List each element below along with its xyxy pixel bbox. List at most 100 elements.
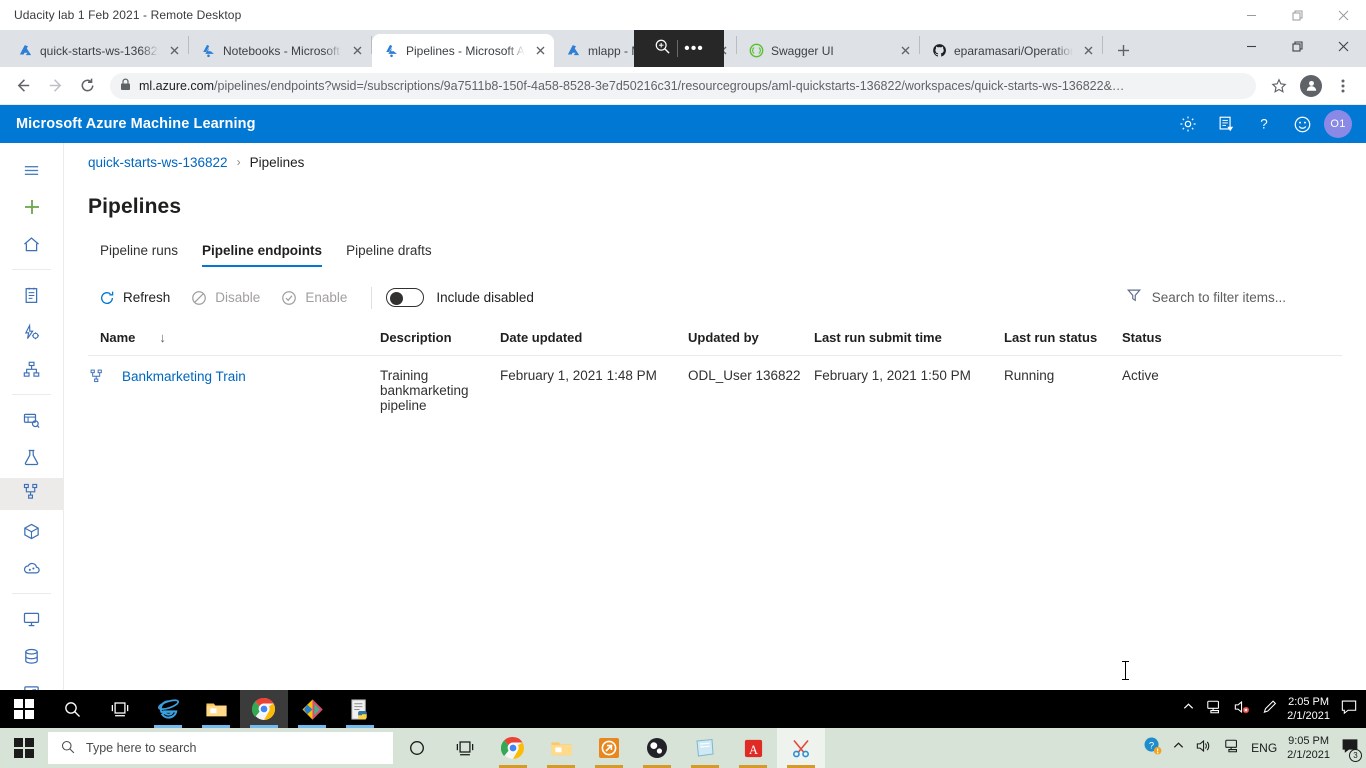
table-row[interactable]: Bankmarketing Train Training bankmarketi… bbox=[88, 356, 1342, 427]
experiments-icon[interactable] bbox=[0, 441, 63, 473]
automated-ml-icon[interactable] bbox=[0, 316, 63, 348]
new-tab-button[interactable] bbox=[1109, 36, 1137, 64]
azure-ml-header-actions: ? O1 bbox=[1172, 108, 1366, 140]
rdp-close-button[interactable] bbox=[1320, 0, 1366, 30]
disable-button[interactable]: Disable bbox=[180, 283, 270, 312]
kebab-menu-icon[interactable] bbox=[1328, 71, 1358, 101]
browser-tab-2[interactable]: Notebooks - Microsoft Azure bbox=[189, 34, 371, 67]
help-icon[interactable]: ? bbox=[1248, 108, 1280, 140]
snipping-tool-icon[interactable] bbox=[777, 728, 825, 768]
action-center-icon[interactable]: 3 bbox=[1340, 736, 1362, 762]
column-header-name[interactable]: Name ↓ bbox=[88, 330, 380, 345]
chevron-up-icon[interactable] bbox=[1182, 700, 1195, 718]
python-notepad-icon[interactable] bbox=[336, 690, 384, 728]
column-header-status[interactable]: Status bbox=[1122, 330, 1342, 345]
orange-app-icon[interactable] bbox=[585, 728, 633, 768]
internet-explorer-icon[interactable] bbox=[144, 690, 192, 728]
column-header-description[interactable]: Description bbox=[380, 330, 500, 345]
host-clock[interactable]: 9:05 PM 2/1/2021 bbox=[1287, 734, 1330, 762]
remote-system-tray: 2:05 PM 2/1/2021 bbox=[1182, 695, 1366, 723]
file-explorer-icon[interactable] bbox=[192, 690, 240, 728]
tab-pipeline-endpoints[interactable]: Pipeline endpoints bbox=[190, 237, 334, 267]
browser-tab-1[interactable]: quick-starts-ws-136822 bbox=[6, 34, 188, 67]
help-alert-icon[interactable]: ? bbox=[1143, 736, 1162, 760]
include-disabled-toggle[interactable]: Include disabled bbox=[386, 288, 534, 307]
cortana-icon[interactable] bbox=[393, 728, 441, 768]
chrome-minimize-button[interactable] bbox=[1228, 30, 1274, 62]
column-header-last-run-submit-time[interactable]: Last run submit time bbox=[814, 330, 1004, 345]
refresh-button[interactable]: Refresh bbox=[88, 283, 180, 312]
filter-search[interactable]: Search to filter items... bbox=[1126, 287, 1342, 308]
start-button-icon[interactable] bbox=[0, 690, 48, 728]
toggle-switch[interactable] bbox=[386, 288, 425, 307]
overlay-more-icon[interactable]: ••• bbox=[684, 40, 704, 56]
column-header-updated-by[interactable]: Updated by bbox=[688, 330, 814, 345]
network-icon[interactable] bbox=[1223, 738, 1241, 759]
chrome-window-controls bbox=[1228, 30, 1366, 67]
close-icon[interactable] bbox=[532, 43, 548, 59]
adobe-acrobat-icon[interactable]: A bbox=[729, 728, 777, 768]
hamburger-menu-icon[interactable] bbox=[0, 154, 63, 186]
address-bar[interactable]: ml.azure.com/pipelines/endpoints?wsid=/s… bbox=[110, 72, 1256, 99]
pen-icon[interactable] bbox=[1261, 699, 1277, 720]
new-plus-icon[interactable] bbox=[0, 191, 63, 223]
breadcrumb-workspace-link[interactable]: quick-starts-ws-136822 bbox=[88, 155, 228, 170]
column-header-last-run-status[interactable]: Last run status bbox=[1004, 330, 1122, 345]
tab-pipeline-runs[interactable]: Pipeline runs bbox=[88, 237, 190, 267]
endpoints-icon[interactable] bbox=[0, 552, 63, 584]
search-input[interactable]: Type here to search bbox=[48, 732, 393, 764]
google-chrome-icon[interactable] bbox=[240, 690, 288, 728]
datasets-icon[interactable] bbox=[0, 404, 63, 436]
visual-studio-icon[interactable] bbox=[288, 690, 336, 728]
enable-label: Enable bbox=[305, 290, 348, 305]
close-icon[interactable] bbox=[1080, 43, 1096, 59]
chrome-restore-button[interactable] bbox=[1274, 30, 1320, 62]
gear-icon[interactable] bbox=[1172, 108, 1204, 140]
profile-avatar[interactable] bbox=[1296, 71, 1326, 101]
notebooks-icon[interactable] bbox=[0, 279, 63, 311]
compute-icon[interactable] bbox=[0, 603, 63, 635]
start-button-icon[interactable] bbox=[0, 728, 48, 768]
browser-tab-6[interactable]: eparamasari/Operation bbox=[920, 34, 1102, 67]
sidebar-item-pipelines[interactable] bbox=[0, 478, 63, 510]
file-explorer-icon[interactable] bbox=[537, 728, 585, 768]
google-chrome-icon[interactable] bbox=[489, 728, 537, 768]
task-view-icon[interactable] bbox=[441, 728, 489, 768]
obs-studio-icon[interactable] bbox=[633, 728, 681, 768]
browser-tab-5[interactable]: Swagger UI bbox=[737, 34, 919, 67]
star-icon[interactable] bbox=[1264, 71, 1294, 101]
rdp-minimize-button[interactable] bbox=[1228, 0, 1274, 30]
reload-icon[interactable] bbox=[72, 71, 102, 101]
rdp-restore-button[interactable] bbox=[1274, 0, 1320, 30]
models-icon[interactable] bbox=[0, 515, 63, 547]
close-icon[interactable] bbox=[349, 43, 365, 59]
user-avatar[interactable]: O1 bbox=[1324, 110, 1352, 138]
action-center-icon[interactable] bbox=[1340, 698, 1358, 721]
close-icon[interactable] bbox=[166, 43, 182, 59]
browser-tab-3-active[interactable]: Pipelines - Microsoft Az bbox=[372, 34, 554, 67]
back-arrow-icon[interactable] bbox=[8, 71, 38, 101]
remote-clock[interactable]: 2:05 PM 2/1/2021 bbox=[1287, 695, 1330, 723]
language-indicator[interactable]: ENG bbox=[1251, 741, 1277, 755]
chrome-close-button[interactable] bbox=[1320, 30, 1366, 62]
feedback-smiley-icon[interactable] bbox=[1286, 108, 1318, 140]
enable-button[interactable]: Enable bbox=[270, 283, 357, 312]
volume-icon[interactable] bbox=[1195, 738, 1213, 759]
magnifier-plus-icon[interactable] bbox=[654, 38, 671, 60]
tab-pipeline-drafts[interactable]: Pipeline drafts bbox=[334, 237, 444, 267]
pipeline-endpoint-link[interactable]: Bankmarketing Train bbox=[122, 369, 246, 384]
sticky-notes-icon[interactable] bbox=[681, 728, 729, 768]
volume-muted-icon[interactable] bbox=[1233, 699, 1251, 720]
task-view-icon[interactable] bbox=[96, 690, 144, 728]
designer-icon[interactable] bbox=[0, 353, 63, 385]
search-icon[interactable] bbox=[48, 690, 96, 728]
command-bar: Refresh Disable Enable Include disabled … bbox=[64, 267, 1366, 312]
close-icon[interactable] bbox=[897, 43, 913, 59]
notes-icon[interactable] bbox=[1210, 108, 1242, 140]
home-icon[interactable] bbox=[0, 228, 63, 260]
network-icon[interactable] bbox=[1205, 699, 1223, 720]
forward-arrow-icon[interactable] bbox=[40, 71, 70, 101]
datastores-icon[interactable] bbox=[0, 640, 63, 672]
column-header-date-updated[interactable]: Date updated bbox=[500, 330, 688, 345]
chevron-up-icon[interactable] bbox=[1172, 739, 1185, 757]
